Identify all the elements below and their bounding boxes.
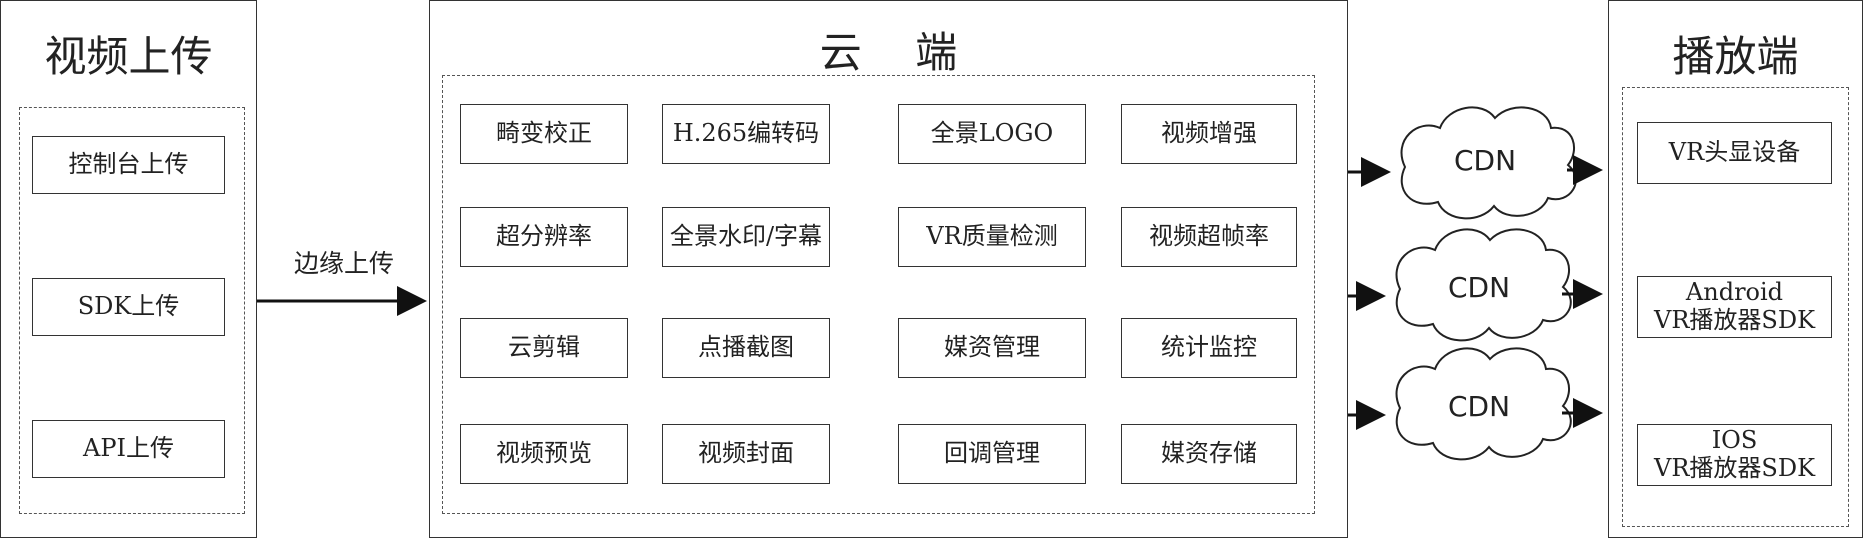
cdn-label-2: CDN bbox=[1448, 271, 1510, 304]
cdn-label-3: CDN bbox=[1448, 390, 1510, 423]
diagram-connectors: CDN CDN CDN bbox=[257, 106, 1603, 461]
cdn-label-1: CDN bbox=[1454, 144, 1516, 177]
